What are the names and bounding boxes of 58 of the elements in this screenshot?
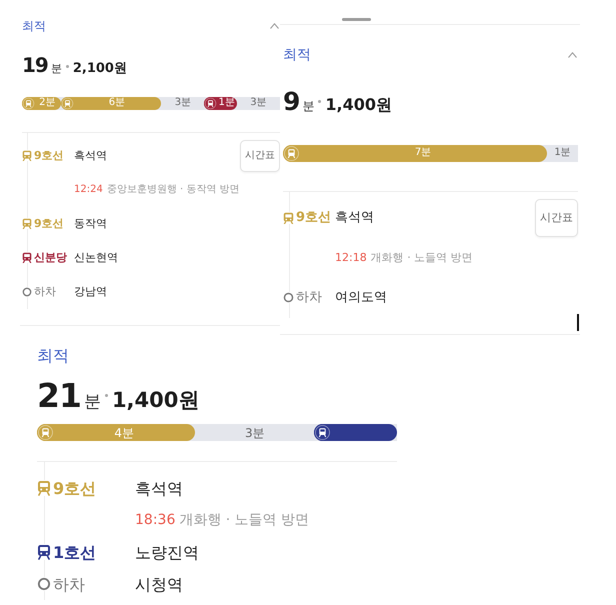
train-icon	[37, 480, 51, 496]
departure-time: 18:36	[135, 512, 176, 529]
duration-unit: 분	[50, 63, 62, 76]
alight-label: 하차	[34, 285, 56, 298]
separator-dot-icon	[318, 100, 322, 103]
fare-amount: 1,400원	[112, 389, 200, 412]
line-name: 9호선	[34, 149, 64, 162]
direction-text: 중앙보훈병원행 · 동작역 방면	[106, 184, 240, 196]
duration-value: 9	[283, 88, 300, 114]
duration-value: 19	[22, 55, 48, 76]
departure-time: 12:24	[74, 184, 103, 196]
alight-ring-icon	[283, 292, 294, 304]
walk-duration: 3분	[250, 98, 267, 108]
separator-dot-icon	[66, 64, 69, 68]
duration-unit: 분	[84, 393, 101, 412]
walk-duration: 1분	[554, 148, 571, 158]
separator-dot-icon	[104, 394, 108, 398]
line-name: 9호선	[34, 217, 64, 230]
timetable-button[interactable]: 시간표	[240, 140, 280, 172]
station-name: 노량진역	[135, 542, 199, 562]
line-name: 1호선	[53, 542, 96, 562]
station-name: 신논현역	[74, 251, 118, 264]
station-name: 여의도역	[335, 290, 387, 306]
segment-duration: 7분	[414, 148, 432, 158]
route-type-label: 최적	[37, 346, 69, 366]
direction-text: 개화행 · 노들역 방면	[179, 512, 310, 529]
station-name: 흑석역	[74, 149, 107, 162]
station-name: 동작역	[74, 217, 107, 230]
departure-time: 12:18	[335, 251, 367, 264]
alight-ring-icon	[37, 577, 51, 592]
segment-duration: 1분	[217, 98, 236, 108]
train-icon	[283, 212, 294, 224]
fare-amount: 1,400원	[325, 96, 392, 114]
line-name: 9호선	[296, 210, 332, 226]
route-type-label: 최적	[283, 47, 311, 64]
alight-label: 하차	[53, 574, 85, 594]
line-name: 신분당	[34, 251, 67, 264]
station-name: 강남역	[74, 285, 107, 298]
segment-duration: 2분	[38, 98, 57, 108]
drag-handle[interactable]	[342, 18, 371, 21]
chevron-up-icon[interactable]	[568, 52, 577, 58]
timetable-button[interactable]: 시간표	[535, 198, 578, 237]
train-icon	[37, 544, 51, 560]
duration-value: 21	[37, 379, 81, 412]
route-type-label: 최적	[22, 19, 46, 34]
direction-text: 개화행 · 노들역 방면	[370, 251, 473, 264]
walk-duration: 3분	[174, 98, 192, 108]
line-name: 9호선	[53, 478, 96, 498]
fare-amount: 2,100원	[72, 62, 127, 77]
chevron-up-icon[interactable]	[270, 23, 279, 30]
duration-unit: 분	[302, 100, 314, 113]
station-name: 시청역	[135, 574, 183, 594]
segment-duration: 6분	[108, 98, 126, 108]
station-name: 흑석역	[335, 210, 374, 226]
station-name: 흑석역	[135, 478, 183, 498]
segment-duration: 4분	[113, 426, 136, 439]
walk-duration: 3분	[244, 426, 265, 439]
alight-label: 하차	[296, 290, 322, 306]
